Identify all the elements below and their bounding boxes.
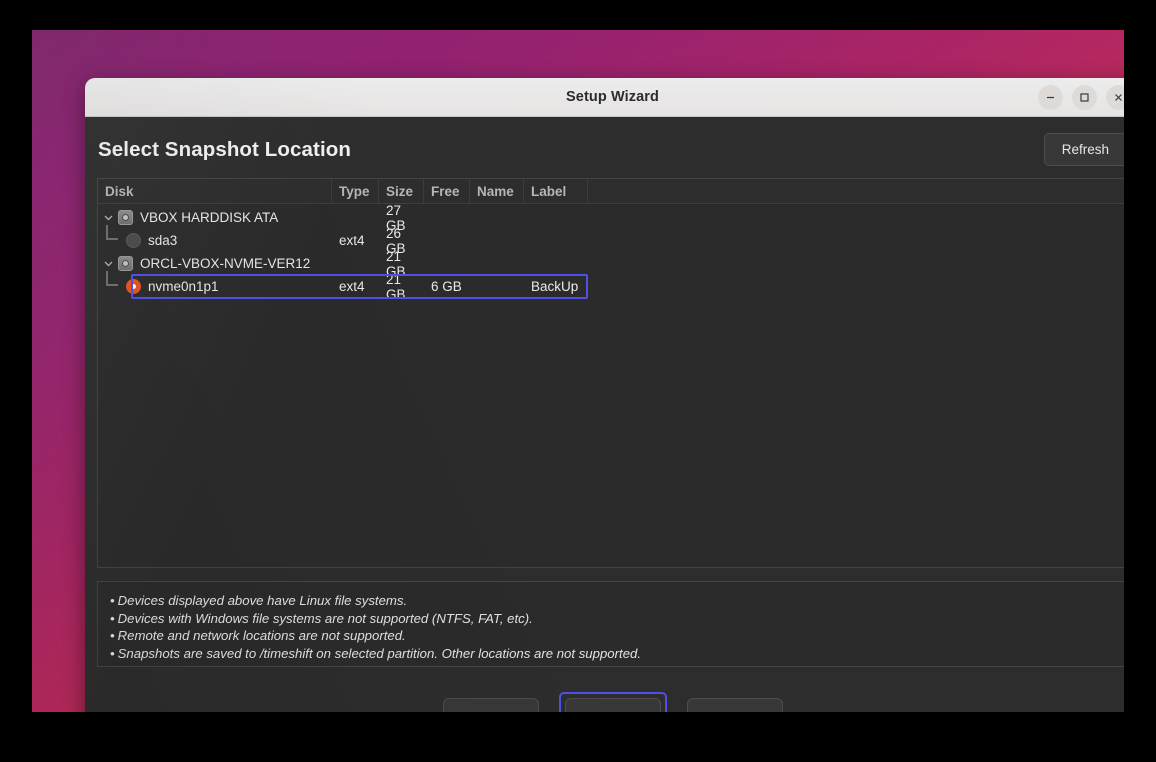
cell-disk-label: sda3 [148,233,178,248]
cell-disk-label: ORCL-VBOX-NVME-VER12 [140,256,311,271]
cell-disk-label: VBOX HARDDISK ATA [140,210,279,225]
disk-tree-body: VBOX HARDDISK ATA 27 GB sda3 ext4 26 GB ORCL-… [98,203,1124,302]
table-row[interactable]: ORCL-VBOX-NVME-VER12 21 GB [98,249,1124,279]
cell-disk: sda3 [98,225,332,252]
window-controls [1038,85,1124,110]
info-bullet-line: • Devices displayed above have Linux file… [110,593,408,608]
window-body: Select Snapshot Location Refresh Disk Ty… [85,117,1124,712]
finish-button[interactable]: Finish [686,698,783,712]
window-titlebar: Setup Wizard [85,78,1124,117]
chevron-down-icon[interactable] [98,252,118,275]
table-row[interactable]: sda3 ext4 26 GB [98,225,1124,256]
next-button-wrap: Next [558,692,667,712]
setup-wizard-window: Setup Wizard Select Snapshot Location Re… [85,78,1124,712]
page-header: Select Snapshot Location Refresh [97,117,1124,178]
column-header-free[interactable]: Free [424,179,470,203]
info-bullet-line: • Snapshots are saved to /timeshift on se… [110,645,642,661]
cell-disk: nvme0n1p1 [98,271,332,298]
desktop-wallpaper: Setup Wizard Select Snapshot Location Re… [32,30,1124,712]
info-panel: • Devices displayed above have Linux file… [97,581,1124,667]
previous-button-wrap: Previous [437,692,545,712]
info-bullet-line: • Devices with Windows file systems are n… [110,610,533,626]
cell-size: 21 GB [386,271,406,302]
wizard-footer: Previous Next Finish [97,692,1124,712]
previous-button[interactable]: Previous [442,698,539,712]
cell-type: ext4 [339,279,365,294]
table-row[interactable]: nvme0n1p1 ext4 21 GB 6 GB BackUp [98,271,1124,302]
cell-type: ext4 [339,233,365,248]
hard-disk-icon [118,210,133,225]
table-row[interactable]: VBOX HARDDISK ATA 27 GB [98,203,1124,233]
finish-button-wrap: Finish [681,692,789,712]
page-title: Select Snapshot Location [98,137,351,161]
disk-tree-panel: Disk Type Size Free Name Label VBOX HARD… [97,178,1124,568]
tree-elbow-connector [98,225,118,252]
bullet-icon: • [110,593,115,608]
column-header-disk[interactable]: Disk [98,179,332,203]
column-header-spacer [588,179,1124,203]
minimize-icon[interactable] [1038,85,1063,110]
chevron-down-icon[interactable] [98,206,118,229]
column-header-label[interactable]: Label [524,179,588,203]
column-header-name[interactable]: Name [470,179,524,203]
info-bullet-line: • Remote and network locations are not su… [110,628,406,644]
table-header-row: Disk Type Size Free Name Label [98,179,1124,204]
hard-disk-icon [118,256,133,271]
maximize-icon[interactable] [1072,85,1097,110]
cell-label: BackUp [531,279,579,294]
tree-elbow-connector [98,271,118,298]
cell-disk: VBOX HARDDISK ATA [98,206,332,229]
close-icon[interactable] [1106,85,1124,110]
cell-disk: ORCL-VBOX-NVME-VER12 [98,252,332,275]
cell-free: 6 GB [431,279,462,294]
radio-button[interactable] [126,233,141,248]
column-header-size[interactable]: Size [379,179,424,203]
next-button[interactable]: Next [564,698,661,712]
bullet-icon: • [110,628,115,644]
radio-button-selected[interactable] [126,279,141,294]
bullet-icon: • [110,645,115,661]
cell-disk-label: nvme0n1p1 [148,279,219,294]
refresh-button[interactable]: Refresh [1043,133,1124,166]
window-title: Setup Wizard [566,89,659,105]
column-header-type[interactable]: Type [332,179,379,203]
bullet-icon: • [110,610,115,626]
